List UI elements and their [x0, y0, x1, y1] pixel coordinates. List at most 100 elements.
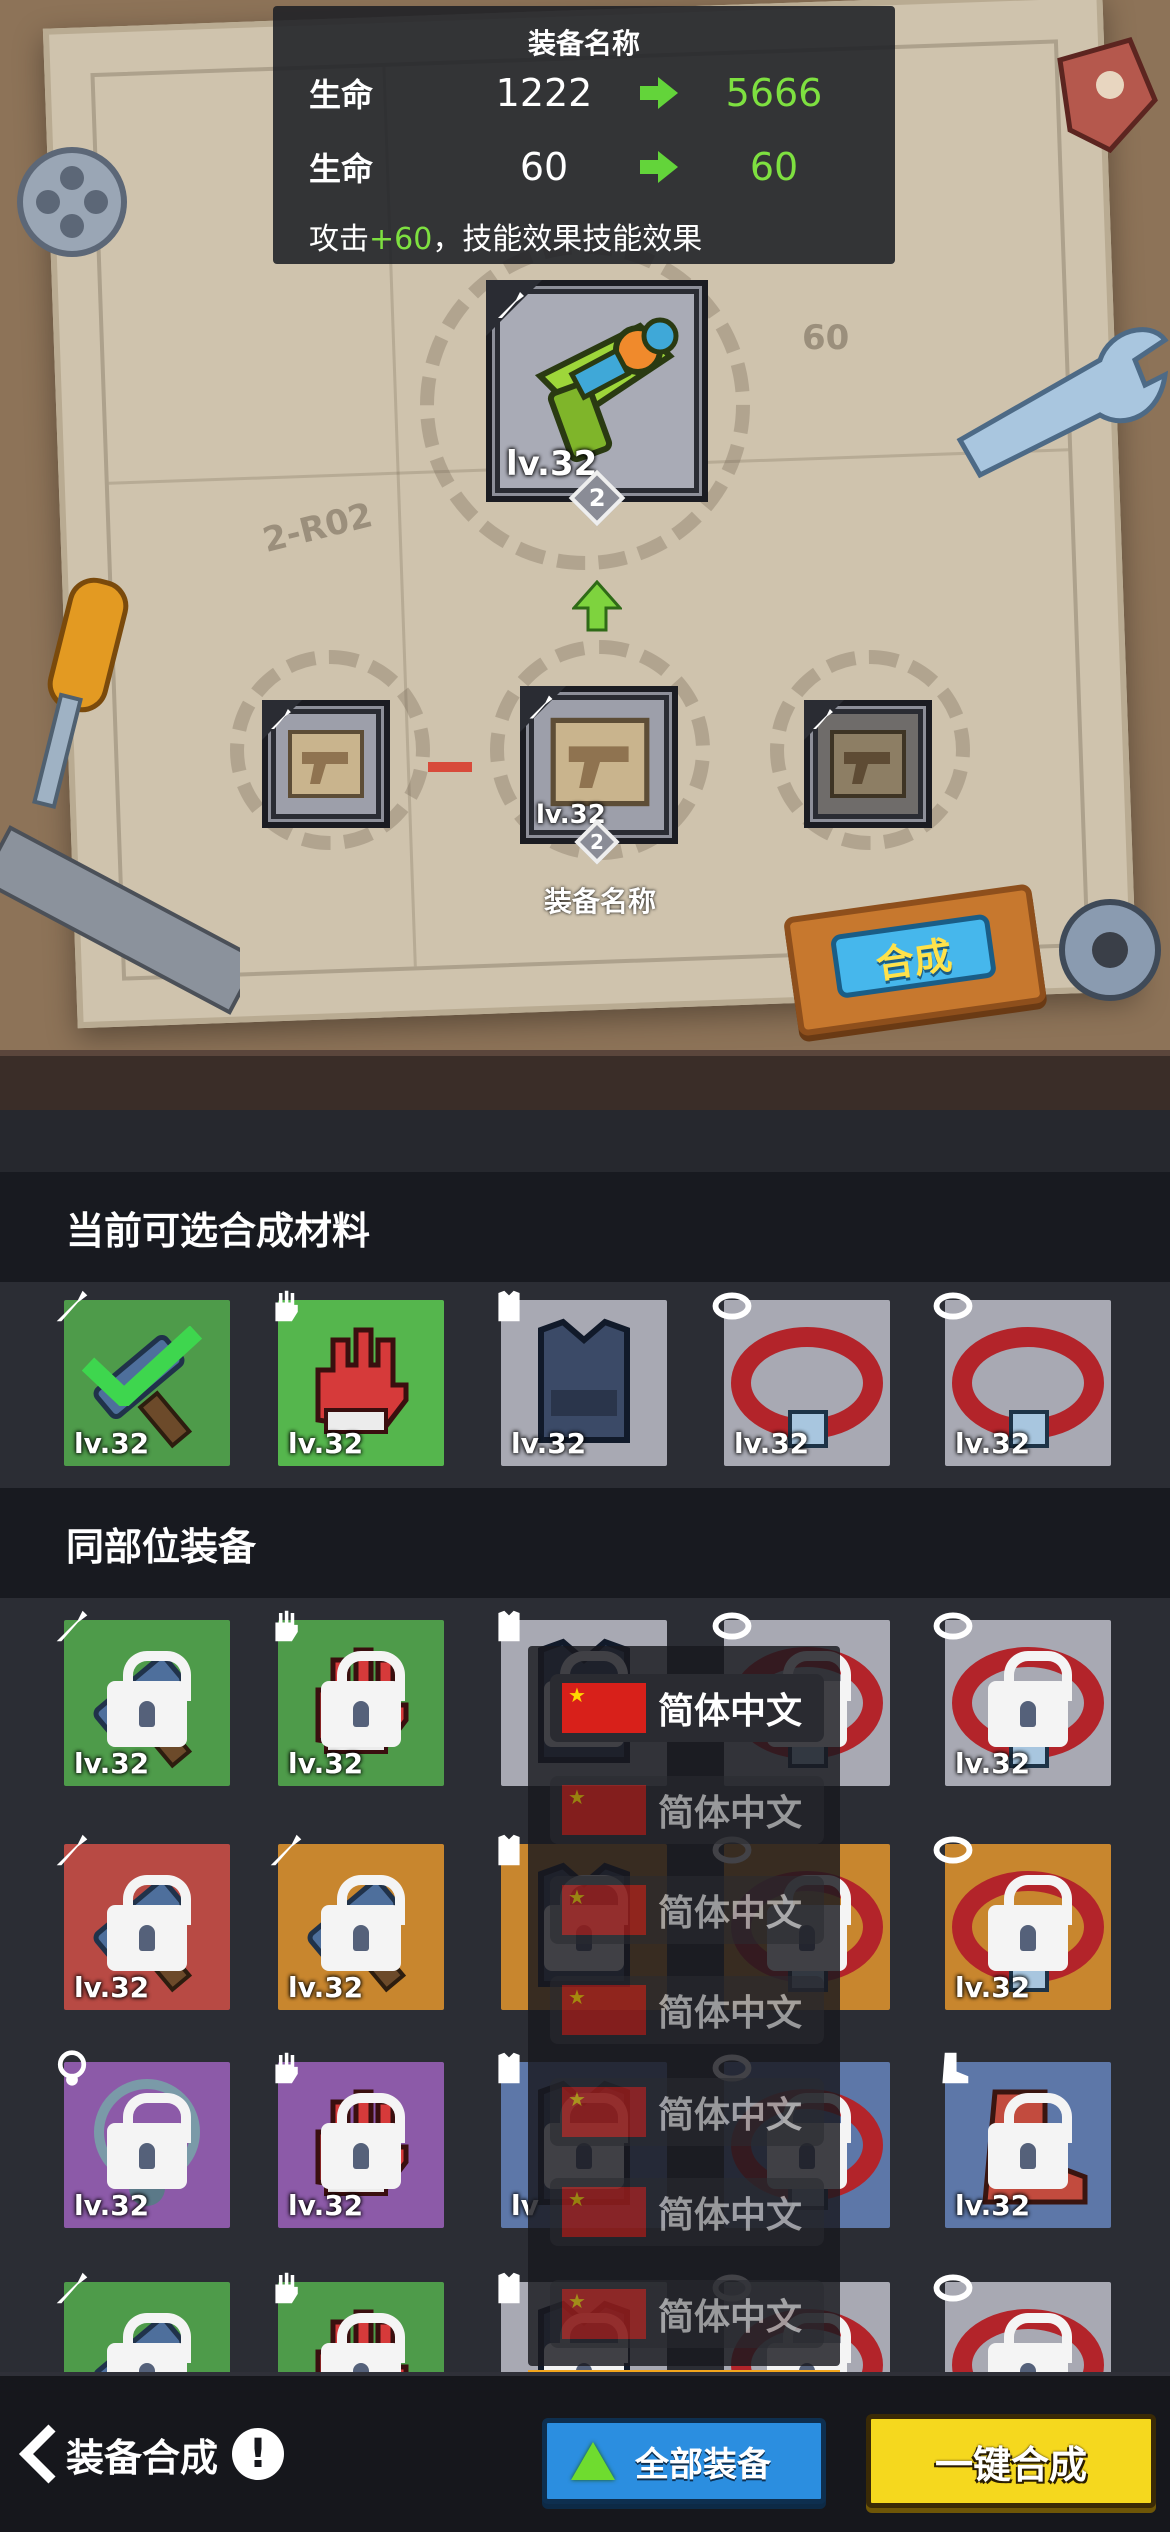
stat-label: 生命 [309, 150, 374, 188]
item-level: lv.32 [74, 2189, 150, 2222]
item-level: lv.32 [288, 1427, 364, 1460]
weapon-icon [52, 1286, 92, 1326]
equipment-card[interactable]: lv.32 [270, 1834, 444, 2010]
belt-icon [933, 1286, 973, 1326]
lock-icon [107, 2093, 191, 2189]
equipment-combine-screen: 2-R02 60 装备名称 生命 1222 5666 生命 60 60 攻击+6… [0, 0, 1170, 2532]
language-option[interactable]: 简体中文 [550, 1976, 824, 2044]
material-name: 装备名称 [543, 885, 656, 918]
skill-description: 攻击+60，技能效果技能效果 [309, 214, 702, 258]
stat-new-value: 5666 [725, 71, 823, 115]
material-slot[interactable]: lv.32 [520, 686, 678, 844]
belt-icon [933, 2268, 973, 2308]
vest-icon [489, 1286, 529, 1326]
belt-icon [712, 1606, 752, 1646]
item-level: lv.32 [288, 2189, 364, 2222]
back-button[interactable]: 装备合成 ! [18, 2424, 285, 2484]
equipment-card[interactable]: lv.32 [57, 2050, 230, 2228]
item-level: lv.32 [74, 1427, 150, 1460]
workshop-board: 2-R02 60 装备名称 生命 1222 5666 生命 60 60 攻击+6… [0, 0, 1170, 1110]
arrow-right-icon [629, 151, 689, 183]
weapon-icon [498, 292, 524, 318]
item-level: lv.32 [955, 1427, 1031, 1460]
glove-icon [266, 2048, 306, 2088]
stat-old-value: 1222 [495, 71, 593, 115]
chevron-left-icon [18, 2424, 62, 2484]
equipment-card[interactable]: lv.32 [712, 1292, 890, 1466]
star-count: 2 [588, 483, 606, 512]
equipment-card[interactable]: lv.32 [933, 1836, 1111, 2010]
help-icon[interactable]: ! [232, 2428, 285, 2480]
arrow-up-icon [572, 580, 622, 632]
pistol-blueprint-icon [550, 717, 650, 807]
language-option[interactable]: 简体中文 [550, 2178, 824, 2246]
language-option-label: 简体中文 [658, 1691, 803, 1732]
result-item-slot[interactable]: lv.32 [486, 280, 708, 502]
vest-icon [489, 2268, 529, 2308]
china-flag-icon [562, 1785, 646, 1835]
glove-icon [266, 1606, 306, 1646]
weapon-icon [271, 709, 291, 729]
item-level: lv.32 [734, 1427, 810, 1460]
china-flag-icon [562, 1885, 646, 1935]
language-option[interactable]: 简体中文 [550, 1776, 824, 1844]
glove-icon [266, 2268, 306, 2308]
revolver-cylinder-icon [17, 147, 127, 257]
necklace-icon [52, 2048, 92, 2088]
china-flag-icon [562, 1985, 646, 2035]
equipment-card[interactable]: lv.32 [942, 2052, 1111, 2228]
equipment-card[interactable]: lv.32 [56, 1290, 230, 1466]
all-equipment-filter-button[interactable]: 全部装备 [542, 2418, 826, 2504]
language-option[interactable]: 简体中文 [550, 1876, 824, 1944]
language-dropdown: 简体中文简体中文简体中文简体中文简体中文简体中文简体中文 [528, 1646, 840, 2366]
language-option[interactable]: 简体中文 [550, 2280, 824, 2348]
materials-grid: lv.32 lv.32 lv.32 lv.32 lv.32 [0, 1282, 1170, 1488]
weapon-icon [52, 2268, 92, 2308]
language-option-label: 简体中文 [658, 2195, 803, 2236]
equipment-card[interactable]: lv.32 [275, 2052, 444, 2228]
item-level: lv.32 [955, 1971, 1031, 2004]
item-level: lv.32 [506, 444, 598, 484]
equipment-card[interactable]: lv.32 [498, 1290, 667, 1466]
language-option[interactable]: 简体中文 [550, 1674, 824, 1742]
equipment-card[interactable]: lv.32 [275, 1610, 444, 1786]
equipment-card[interactable]: lv.32 [275, 1290, 444, 1466]
one-key-combine-button[interactable]: 一键合成 [866, 2414, 1156, 2508]
combine-button-label: 合成 [829, 913, 998, 1000]
materials-section-title: 当前可选合成材料 [0, 1172, 1170, 1282]
vest-icon [489, 1606, 529, 1646]
equipment-card[interactable]: lv.32 [56, 1834, 230, 2010]
material-slot[interactable] [262, 700, 390, 828]
belt-icon [933, 1606, 973, 1646]
language-option-label: 简体中文 [658, 1793, 803, 1834]
material-slot[interactable] [804, 700, 932, 828]
board-mark: 60 [802, 318, 850, 358]
language-option-label: 简体中文 [658, 1993, 803, 2034]
lock-icon [321, 2093, 405, 2189]
language-option[interactable]: 简体中文 [550, 2078, 824, 2146]
desc-prefix: 攻击 [309, 222, 369, 257]
equipment-card[interactable]: lv.32 [933, 1292, 1111, 1466]
stat-row: 生命 60 60 [309, 142, 859, 192]
weapon-icon [52, 1830, 92, 1870]
equipment-name: 装备名称 [527, 27, 640, 60]
vest-icon [489, 1830, 529, 1870]
triangle-up-icon [571, 2442, 615, 2480]
desc-bonus: +60 [369, 222, 433, 257]
china-flag-icon [562, 1683, 646, 1733]
spacer [0, 1110, 1170, 1174]
china-flag-icon [562, 2187, 646, 2237]
lock-icon [988, 1875, 1072, 1971]
bracket-icon [1057, 36, 1158, 154]
screwdriver-icon [32, 577, 129, 809]
lock-icon [988, 2093, 1072, 2189]
china-flag-icon [562, 2289, 646, 2339]
belt-icon [712, 1286, 752, 1326]
lock-icon [321, 1875, 405, 1971]
equipment-card[interactable]: lv.32 [933, 1612, 1111, 1786]
item-level: lv.32 [511, 1427, 587, 1460]
language-option-label: 简体中文 [658, 2095, 803, 2136]
equipment-card[interactable]: lv.32 [56, 1610, 230, 1786]
glove-icon [266, 1286, 306, 1326]
stat-row: 生命 1222 5666 [309, 68, 859, 118]
